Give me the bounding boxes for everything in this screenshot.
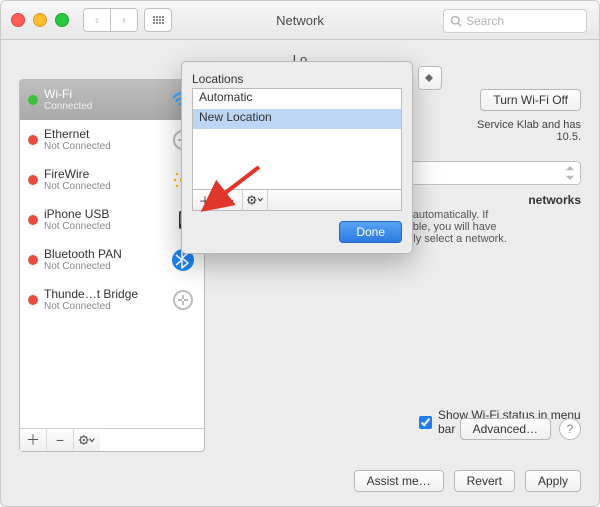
- close-icon[interactable]: [11, 13, 25, 27]
- done-button[interactable]: Done: [339, 221, 402, 243]
- location-stepper[interactable]: [418, 66, 442, 90]
- service-status: Connected: [44, 101, 170, 112]
- service-name: Bluetooth PAN: [44, 248, 170, 261]
- minimize-icon[interactable]: [33, 13, 47, 27]
- sidebar-item-wifi[interactable]: Wi-Fi Connected: [20, 80, 204, 120]
- status-dot-disconnected-icon: [28, 175, 38, 185]
- chevron-right-icon: ›: [122, 13, 126, 27]
- connection-info-text: Service Klab and has 10.5.: [477, 119, 581, 143]
- service-status: Not Connected: [44, 261, 170, 272]
- service-name: Ethernet: [44, 128, 170, 141]
- search-field[interactable]: Search: [443, 9, 587, 33]
- help-button[interactable]: ?: [559, 418, 581, 440]
- location-actions-button[interactable]: [243, 190, 268, 210]
- status-dot-connected-icon: [28, 95, 38, 105]
- service-status: Not Connected: [44, 141, 170, 152]
- add-service-button[interactable]: ＋: [20, 429, 47, 451]
- forward-button[interactable]: ›: [110, 8, 138, 32]
- add-location-button[interactable]: ＋: [193, 190, 218, 210]
- assist-me-button[interactable]: Assist me…: [354, 470, 444, 492]
- location-item[interactable]: Automatic: [193, 89, 401, 109]
- popup-header: Locations: [192, 72, 402, 86]
- remove-service-button[interactable]: −: [47, 429, 74, 451]
- apply-button[interactable]: Apply: [525, 470, 581, 492]
- minus-icon: −: [226, 193, 234, 208]
- chevron-left-icon: ‹: [95, 13, 99, 27]
- service-status: Not Connected: [44, 181, 170, 192]
- locations-list[interactable]: Automatic New Location: [192, 88, 402, 190]
- revert-button[interactable]: Revert: [454, 470, 515, 492]
- zoom-icon[interactable]: [55, 13, 69, 27]
- sidebar-item-firewire[interactable]: FireWire Not Connected: [20, 160, 204, 200]
- grid-icon: [153, 16, 164, 24]
- auto-join-heading: networks: [528, 193, 581, 207]
- sidebar-item-bluetooth-pan[interactable]: Bluetooth PAN Not Connected: [20, 240, 204, 280]
- window-button-bar: Assist me… Revert Apply: [354, 470, 581, 492]
- service-name: iPhone USB: [44, 208, 170, 221]
- plus-icon: ＋: [26, 430, 40, 450]
- search-icon: [450, 15, 462, 27]
- advanced-button[interactable]: Advanced…: [460, 418, 551, 440]
- service-actions-button[interactable]: [74, 429, 100, 451]
- network-prefs-window: ‹ › Network Search Lo Wi-Fi Connec: [0, 0, 600, 507]
- turn-wifi-off-button[interactable]: Turn Wi-Fi Off: [480, 89, 581, 111]
- sidebar-tools: ＋ −: [20, 428, 204, 451]
- plus-icon: ＋: [198, 191, 211, 210]
- search-placeholder: Search: [466, 14, 504, 28]
- service-name: Thunde…t Bridge: [44, 288, 170, 301]
- service-name: FireWire: [44, 168, 170, 181]
- service-list: Wi-Fi Connected Ethernet Not Connected: [20, 80, 204, 428]
- gear-icon: [246, 194, 264, 206]
- status-dot-disconnected-icon: [28, 295, 38, 305]
- thunderbolt-icon: [170, 287, 196, 313]
- service-name: Wi-Fi: [44, 88, 170, 101]
- sidebar-item-ethernet[interactable]: Ethernet Not Connected: [20, 120, 204, 160]
- nav-buttons: ‹ ›: [83, 8, 138, 32]
- remove-location-button[interactable]: −: [218, 190, 243, 210]
- show-wifi-status-checkbox[interactable]: [419, 416, 432, 429]
- gear-icon: [78, 433, 96, 447]
- service-sidebar: Wi-Fi Connected Ethernet Not Connected: [19, 79, 205, 452]
- service-status: Not Connected: [44, 301, 170, 312]
- show-all-button[interactable]: [144, 8, 172, 32]
- back-button[interactable]: ‹: [83, 8, 110, 32]
- location-item[interactable]: New Location: [193, 109, 401, 129]
- help-icon: ?: [567, 422, 574, 436]
- titlebar: ‹ › Network Search: [1, 1, 599, 40]
- locations-tools: ＋ −: [192, 190, 402, 211]
- status-dot-disconnected-icon: [28, 215, 38, 225]
- status-dot-disconnected-icon: [28, 135, 38, 145]
- traffic-lights: [1, 13, 69, 27]
- sidebar-item-thunderbolt-bridge[interactable]: Thunde…t Bridge Not Connected: [20, 280, 204, 320]
- status-dot-disconnected-icon: [28, 255, 38, 265]
- service-status: Not Connected: [44, 221, 170, 232]
- sidebar-item-iphone-usb[interactable]: iPhone USB Not Connected: [20, 200, 204, 240]
- minus-icon: −: [56, 432, 64, 448]
- locations-popup: Locations Automatic New Location ＋ − Don…: [181, 61, 413, 254]
